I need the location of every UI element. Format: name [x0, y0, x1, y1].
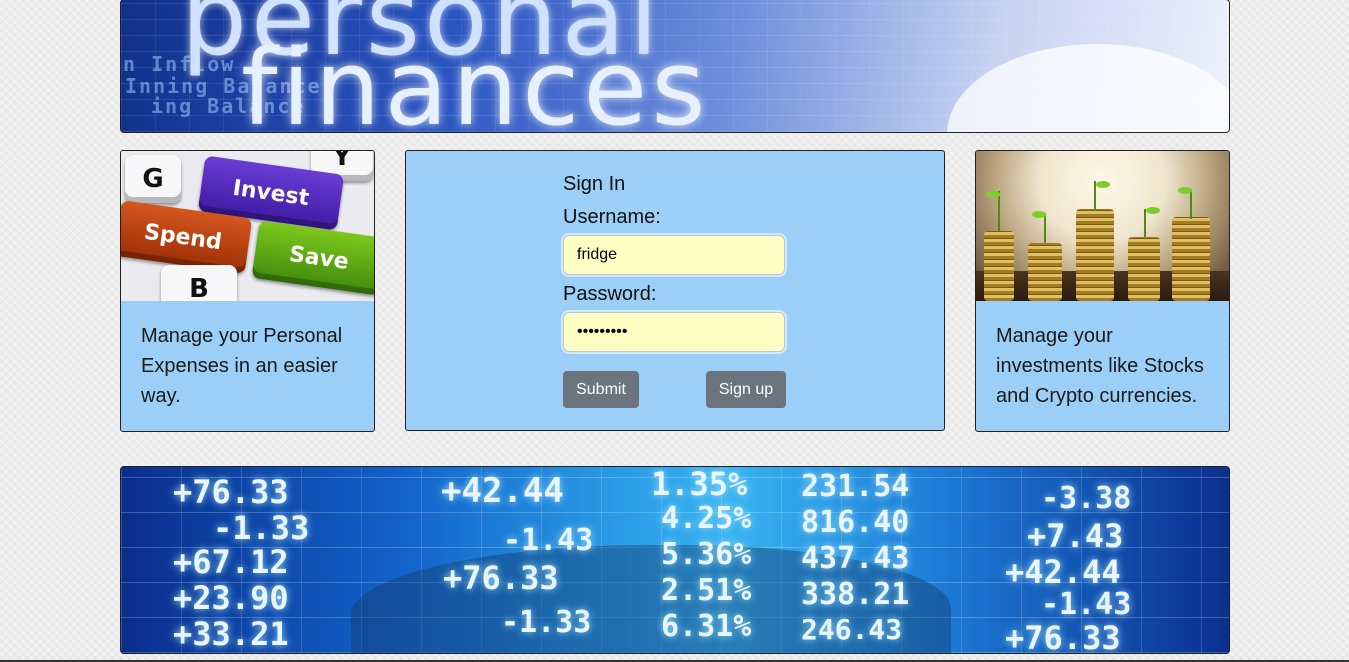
- coin-stack: [1128, 237, 1160, 301]
- ticker-value: -1.33: [213, 509, 310, 547]
- ticker-value: 6.31%: [661, 609, 752, 644]
- key-g: G: [125, 155, 181, 203]
- ticker-value: 246.43: [801, 613, 903, 646]
- ticker-value: 816.40: [801, 505, 910, 540]
- ticker-value: 437.43: [801, 541, 910, 576]
- expenses-card: G Y Invest Spend Save B Manage your Pers…: [120, 150, 375, 432]
- ticker-value: +42.44: [1005, 553, 1121, 591]
- signin-card: Sign In Username: Password: Submit Sign …: [405, 150, 945, 431]
- leaf: [1032, 211, 1046, 218]
- leaf: [1178, 187, 1192, 194]
- investments-description: Manage your investments like Stocks and …: [996, 325, 1204, 407]
- ticker-value: -1.43: [1041, 587, 1132, 622]
- submit-button[interactable]: Submit: [563, 371, 639, 408]
- coins-plants-image: [976, 151, 1229, 301]
- ticker-value: +76.33: [1005, 619, 1121, 654]
- coin-stack: [1172, 217, 1210, 301]
- coin-stack: [984, 231, 1014, 301]
- stock-market-banner: +76.33 -1.33 +67.12 +23.90 +33.21 +42.44…: [120, 466, 1230, 654]
- ticker-value: 231.54: [801, 469, 910, 504]
- ticker-value: 2.51%: [661, 573, 752, 608]
- signin-form: Sign In Username: Password: Submit Sign …: [563, 170, 803, 408]
- banner-title-finances: finances: [241, 27, 710, 133]
- ticker-value: +7.43: [1027, 517, 1124, 555]
- ticker-value: +42.44: [441, 471, 564, 511]
- investments-card: Manage your investments like Stocks and …: [975, 150, 1230, 432]
- ticker-value: -3.38: [1041, 481, 1132, 516]
- password-input[interactable]: [563, 312, 785, 352]
- ticker-value: +67.12: [173, 543, 289, 581]
- coin-stack: [1076, 209, 1114, 301]
- signup-button[interactable]: Sign up: [706, 371, 786, 408]
- sprout: [1044, 213, 1046, 243]
- leaf: [1146, 207, 1160, 214]
- ticker-value: -1.43: [503, 523, 594, 558]
- ticker-value: +76.33: [443, 559, 559, 597]
- keyboard-image: G Y Invest Spend Save B: [121, 151, 374, 301]
- header-banner: Inning Balance ing Balance n Inflow pers…: [120, 0, 1230, 133]
- ticker-value: 338.21: [801, 577, 910, 612]
- sprout: [998, 191, 1000, 231]
- key-save: Save: [251, 220, 374, 296]
- ticker-value: 4.25%: [661, 501, 752, 536]
- password-label: Password:: [563, 283, 657, 305]
- coin-stack: [1028, 243, 1062, 301]
- ticker-value: +33.21: [173, 615, 289, 653]
- username-label: Username:: [563, 206, 661, 228]
- leaf: [986, 191, 1000, 198]
- ticker-value: 5.36%: [661, 537, 752, 572]
- leaf: [1096, 181, 1110, 188]
- ticker-value: +76.33: [173, 473, 289, 511]
- username-input[interactable]: [563, 235, 785, 275]
- key-b: B: [161, 265, 237, 301]
- ticker-value: -1.33: [501, 605, 592, 640]
- sprout: [1144, 209, 1146, 237]
- sprout: [1190, 189, 1192, 219]
- ticker-value: 1.35%: [651, 466, 748, 503]
- ticker-value: +23.90: [173, 579, 289, 617]
- expenses-description: Manage your Personal Expenses in an easi…: [141, 325, 343, 407]
- form-buttons: Submit Sign up: [563, 371, 803, 409]
- signin-title: Sign In: [563, 173, 626, 195]
